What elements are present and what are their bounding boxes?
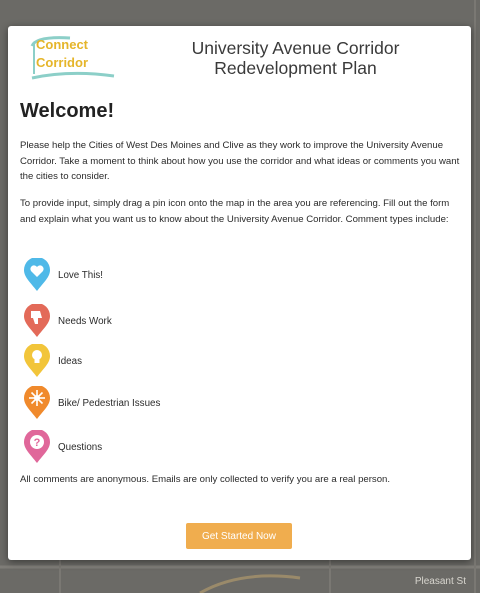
heart-pin-icon <box>24 258 50 291</box>
svg-text:?: ? <box>34 437 41 449</box>
comment-type-label: Needs Work <box>58 315 112 327</box>
get-started-button[interactable]: Get Started Now <box>186 523 292 549</box>
logo-text-connect: Connect <box>36 37 88 52</box>
comment-type-bike-pedestrian: Bike/ Pedestrian Issues <box>22 386 160 420</box>
comment-type-label: Love This! <box>58 269 104 281</box>
page-title: University Avenue Corridor Redevelopment… <box>191 38 400 78</box>
comment-type-label: Ideas <box>58 355 82 367</box>
street-label: Pleasant St <box>414 576 466 587</box>
intro-text: Please help the Cities of West Des Moine… <box>20 140 460 182</box>
lightbulb-pin-icon <box>24 344 50 377</box>
comment-type-label: Questions <box>58 441 103 453</box>
welcome-heading: Welcome! <box>20 100 115 122</box>
comment-type-love: Love This! <box>22 258 103 292</box>
comment-type-needs-work: Needs Work <box>22 304 112 338</box>
comment-type-label: Bike/ Pedestrian Issues <box>58 397 161 409</box>
welcome-dialog: Connect Corridor University Avenue Corri… <box>8 26 471 560</box>
comment-type-questions: ? Questions <box>22 430 102 464</box>
instructions-text: To provide input, simply drag a pin icon… <box>20 198 450 225</box>
disclaimer-text: All comments are anonymous. Emails are o… <box>20 474 391 485</box>
question-pin-icon: ? <box>24 430 50 463</box>
thumbs-down-pin-icon <box>24 304 50 337</box>
logo-text-corridor: Corridor <box>36 55 88 70</box>
sun-pin-icon <box>24 386 50 419</box>
connect-corridor-logo: Connect Corridor <box>30 34 116 80</box>
comment-type-ideas: Ideas <box>22 344 82 378</box>
